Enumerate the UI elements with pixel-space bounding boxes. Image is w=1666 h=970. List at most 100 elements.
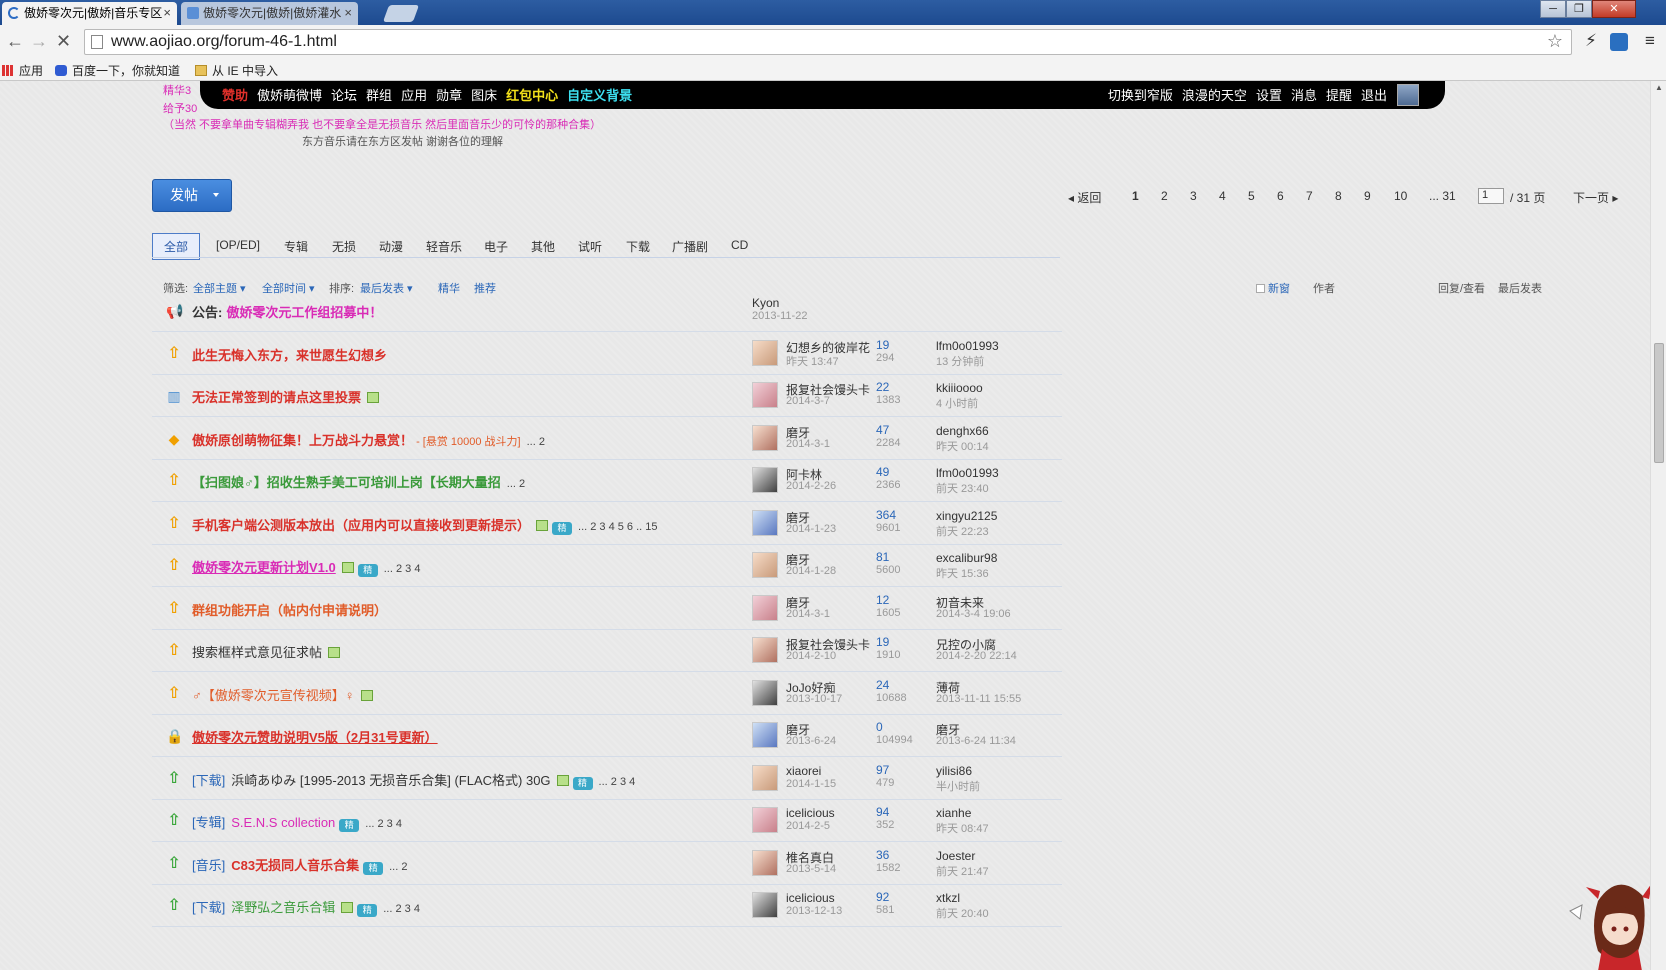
type-tab-radio-drama[interactable]: 广播剧 bbox=[672, 238, 708, 255]
thread-reply-count[interactable]: 364 bbox=[876, 508, 896, 522]
type-tab-album[interactable]: 专辑 bbox=[284, 238, 308, 255]
browser-tab[interactable]: 傲娇零次元|傲娇|傲娇灌水 × bbox=[181, 2, 358, 25]
author-avatar[interactable] bbox=[752, 594, 778, 621]
thread-last-poster[interactable]: excalibur98 bbox=[936, 551, 997, 565]
bookmark-star-icon[interactable]: ☆ bbox=[1547, 31, 1563, 52]
thread-last-post-time[interactable]: 2014-3-4 19:06 bbox=[936, 608, 1011, 620]
stop-icon[interactable]: ✕ bbox=[56, 31, 71, 52]
back-icon[interactable]: ← bbox=[6, 31, 24, 52]
type-tab-light-music[interactable]: 轻音乐 bbox=[426, 238, 462, 255]
author-avatar[interactable] bbox=[752, 892, 778, 918]
thread-reply-count[interactable]: 24 bbox=[876, 678, 889, 692]
thread-reply-count[interactable]: 81 bbox=[876, 550, 889, 564]
type-tab-all[interactable]: 全部 bbox=[152, 233, 201, 260]
thread-reply-count[interactable]: 94 bbox=[876, 805, 889, 819]
thread-last-post-time[interactable]: 4 小时前 bbox=[936, 395, 978, 411]
thread-title-link[interactable]: 浜崎あゆみ [1995-2013 无损音乐合集] (FLAC格式) 30G bbox=[231, 773, 550, 788]
pager-page-last[interactable]: ... 31 bbox=[1429, 189, 1456, 203]
thread-last-poster[interactable]: Joester bbox=[936, 849, 975, 863]
thread-last-post-time[interactable]: 前天 22:23 bbox=[936, 523, 989, 539]
thread-last-post-time[interactable]: 昨天 15:36 bbox=[936, 565, 989, 581]
top-nav-link[interactable]: 论坛 bbox=[331, 88, 357, 103]
type-tab-anime[interactable]: 动漫 bbox=[379, 238, 403, 255]
thread-last-poster[interactable]: denghx66 bbox=[936, 424, 989, 438]
thread-title-link[interactable]: 傲娇零次元更新计划V1.0 bbox=[192, 560, 336, 575]
maximize-button[interactable]: ❐ bbox=[1566, 0, 1592, 18]
thread-last-poster[interactable]: xingyu2125 bbox=[936, 509, 997, 523]
thread-last-post-time[interactable]: 昨天 00:14 bbox=[936, 438, 989, 454]
thread-title-link[interactable]: S.E.N.S collection bbox=[231, 815, 335, 830]
thread-reply-count[interactable]: 22 bbox=[876, 380, 889, 394]
pager-next[interactable]: 下一页 ▸ bbox=[1573, 189, 1618, 206]
close-tab-icon[interactable]: × bbox=[344, 2, 352, 24]
author-avatar[interactable] bbox=[752, 637, 778, 663]
type-tab-electronic[interactable]: 电子 bbox=[484, 238, 508, 255]
thread-reply-count[interactable]: 0 bbox=[876, 720, 883, 734]
close-window-button[interactable]: ✕ bbox=[1592, 0, 1636, 18]
author-avatar[interactable] bbox=[752, 509, 778, 536]
thread-reply-count[interactable]: 97 bbox=[876, 763, 889, 777]
scroll-up-icon[interactable]: ▲ bbox=[1655, 83, 1663, 92]
thread-last-post-time[interactable]: 2013-11-11 15:55 bbox=[936, 693, 1021, 705]
pager-page-6[interactable]: 6 bbox=[1277, 189, 1284, 203]
pager-page-9[interactable]: 9 bbox=[1364, 189, 1371, 203]
thread-page-links[interactable]: ... 2 bbox=[507, 478, 525, 490]
pager-page-10[interactable]: 10 bbox=[1394, 189, 1407, 203]
thread-title-link[interactable]: 【扫图娘♂】招收生熟手美工可培训上岗【长期大量招 bbox=[192, 475, 501, 490]
thread-last-post-time[interactable]: 13 分钟前 bbox=[936, 353, 984, 369]
thread-last-poster[interactable]: xianhe bbox=[936, 806, 971, 820]
thread-last-post-time[interactable]: 前天 23:40 bbox=[936, 480, 989, 496]
thread-page-links[interactable]: ... 2 3 4 5 6 .. 15 bbox=[578, 521, 658, 533]
author-avatar[interactable] bbox=[752, 722, 778, 748]
top-nav-link[interactable]: 应用 bbox=[401, 88, 427, 103]
thread-title-link[interactable]: 傲娇零次元工作组招募中！ bbox=[226, 305, 382, 320]
top-nav-link[interactable]: 赞助 bbox=[222, 88, 248, 103]
minimize-button[interactable]: ─ bbox=[1540, 0, 1566, 18]
top-nav-user-link[interactable]: 浪漫的天空 bbox=[1182, 88, 1247, 103]
top-nav-link[interactable]: 自定义背景 bbox=[567, 88, 632, 103]
top-nav-user-link[interactable]: 设置 bbox=[1256, 88, 1282, 103]
pager-back[interactable]: ◂ 返回 bbox=[1068, 189, 1101, 206]
top-nav-link[interactable]: 图床 bbox=[471, 88, 497, 103]
thread-title-link[interactable]: 泽野弘之音乐合辑 bbox=[231, 900, 335, 915]
thread-category-tag[interactable]: [下载] bbox=[192, 773, 225, 788]
top-nav-user-link[interactable]: 消息 bbox=[1291, 88, 1317, 103]
thread-last-post-time[interactable]: 2013-6-24 11:34 bbox=[936, 735, 1016, 747]
forward-icon[interactable]: → bbox=[30, 31, 48, 52]
author-avatar[interactable] bbox=[752, 382, 778, 408]
thread-last-post-time[interactable]: 半小时前 bbox=[936, 778, 980, 794]
pager-page-5[interactable]: 5 bbox=[1248, 189, 1255, 203]
thread-title-link[interactable]: 手机客户端公测版本放出（应用内可以直接收到更新提示） bbox=[192, 518, 530, 533]
thread-page-links[interactable]: ... 2 3 4 bbox=[383, 903, 420, 915]
thread-last-poster[interactable]: lfm0o01993 bbox=[936, 339, 999, 353]
thread-last-post-time[interactable]: 昨天 08:47 bbox=[936, 820, 989, 836]
new-tab-button[interactable] bbox=[382, 5, 420, 22]
thread-reply-count[interactable]: 49 bbox=[876, 465, 889, 479]
type-tab-lossless[interactable]: 无损 bbox=[332, 238, 356, 255]
thread-author[interactable]: icelicious bbox=[786, 891, 835, 905]
top-nav-link[interactable]: 勋章 bbox=[436, 88, 462, 103]
last-post-column-header[interactable]: 最后发表 bbox=[1498, 280, 1542, 296]
author-avatar[interactable] bbox=[752, 807, 778, 833]
menu-icon[interactable]: ≡ bbox=[1645, 31, 1655, 51]
thread-title-link[interactable]: 傲娇零次元赞助说明V5版（2月31号更新） bbox=[192, 730, 438, 745]
bookmark-import-ie[interactable]: 从 IE 中导入 bbox=[195, 62, 278, 79]
address-bar[interactable]: www.aojiao.org/forum-46-1.html ☆ bbox=[84, 29, 1572, 55]
top-nav-link[interactable]: 红包中心 bbox=[506, 88, 558, 103]
thread-reply-count[interactable]: 36 bbox=[876, 848, 889, 862]
thread-author[interactable]: icelicious bbox=[786, 806, 835, 820]
scrollbar-thumb[interactable] bbox=[1654, 343, 1664, 463]
thread-last-poster[interactable]: kkiiioooo bbox=[936, 381, 983, 395]
top-nav-link[interactable]: 群组 bbox=[366, 88, 392, 103]
pager-page-4[interactable]: 4 bbox=[1219, 189, 1226, 203]
thread-category-tag[interactable]: [下载] bbox=[192, 900, 225, 915]
thread-last-poster[interactable]: lfm0o01993 bbox=[936, 466, 999, 480]
author-avatar[interactable] bbox=[752, 764, 778, 791]
thread-last-post-time[interactable]: 前天 20:40 bbox=[936, 905, 989, 921]
top-nav-user-link[interactable]: 退出 bbox=[1361, 88, 1387, 103]
user-avatar[interactable] bbox=[1397, 84, 1419, 106]
type-tab-op-ed[interactable]: [OP/ED] bbox=[216, 238, 260, 252]
author-avatar[interactable] bbox=[752, 849, 778, 876]
pager-page-8[interactable]: 8 bbox=[1335, 189, 1342, 203]
author-avatar[interactable] bbox=[752, 679, 778, 706]
